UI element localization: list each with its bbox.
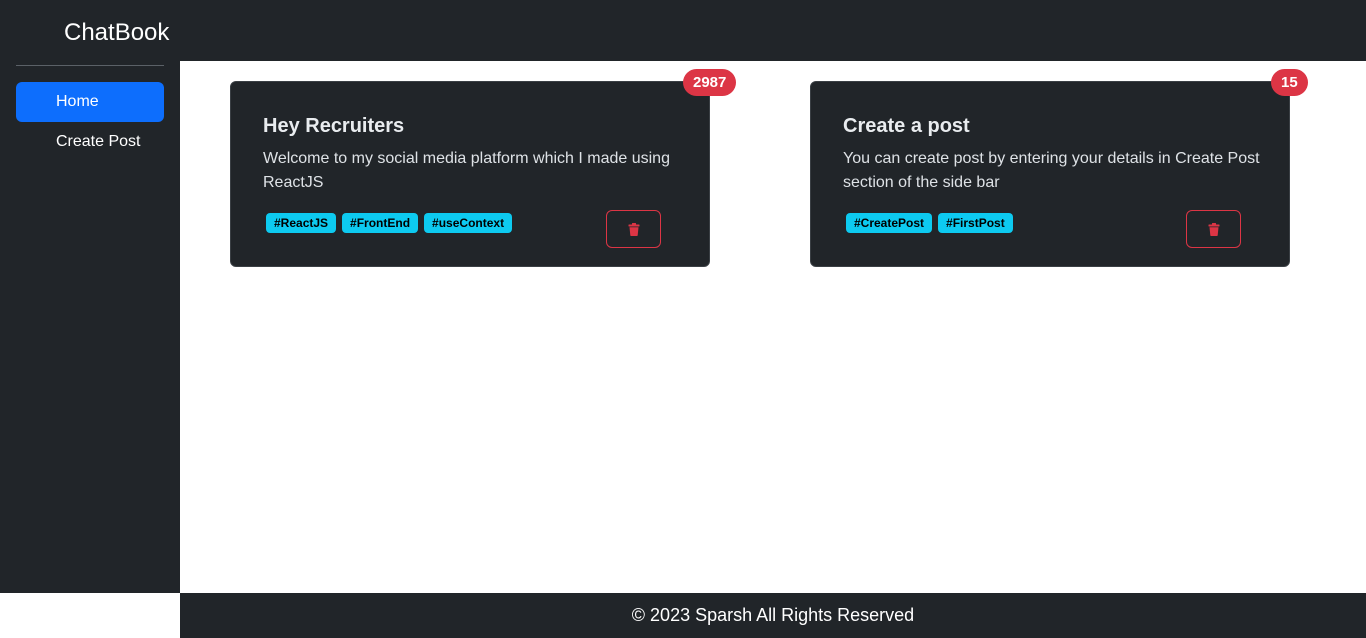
trash-icon	[628, 222, 639, 236]
reactions-badge: 15	[1271, 69, 1308, 96]
footer: © 2023 Sparsh All Rights Reserved	[180, 593, 1366, 638]
hashtag: #FrontEnd	[342, 213, 419, 233]
post-title: Hey Recruiters	[263, 115, 405, 137]
hashtag: #ReactJS	[266, 213, 337, 233]
post-card: 15 Create a post You can create post by …	[810, 69, 1308, 267]
sidebar: Home Create Post	[0, 61, 180, 593]
app-root: ChatBook Home Create Post 2987 Hey Recru…	[0, 0, 1366, 638]
post-list: 2987 Hey Recruiters Welcome to my social…	[180, 61, 1366, 593]
sidebar-item-home[interactable]: Home	[16, 82, 164, 122]
top-navbar: ChatBook	[0, 0, 1366, 61]
reactions-badge: 2987	[683, 69, 737, 96]
hashtag: #FirstPost	[938, 213, 1013, 233]
trash-icon	[1208, 222, 1219, 236]
sidebar-divider	[16, 65, 164, 66]
post-title: Create a post	[843, 115, 970, 137]
sidebar-item-label: Create Post	[56, 133, 141, 150]
post-body: Welcome to my social media platform whic…	[263, 150, 670, 191]
sidebar-item-create-post[interactable]: Create Post	[16, 122, 164, 162]
sidebar-item-label: Home	[56, 93, 99, 110]
post-body: You can create post by entering your det…	[843, 150, 1260, 191]
brand-logo[interactable]: ChatBook	[64, 18, 169, 48]
post-card: 2987 Hey Recruiters Welcome to my social…	[230, 69, 737, 267]
delete-post-button[interactable]	[606, 210, 661, 248]
hashtag-list: #ReactJS #FrontEnd #useContext	[266, 213, 513, 233]
footer-copyright: © 2023 Sparsh All Rights Reserved	[631, 605, 915, 625]
hashtag-list: #CreatePost #FirstPost	[846, 213, 1013, 233]
hashtag: #CreatePost	[846, 213, 933, 233]
delete-post-button[interactable]	[1186, 210, 1241, 248]
hashtag: #useContext	[424, 213, 513, 233]
